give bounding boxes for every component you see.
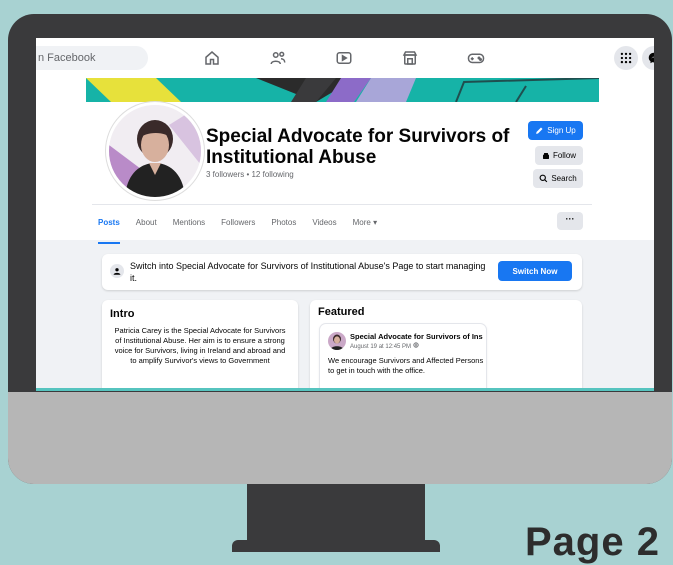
follow-icon <box>542 152 549 159</box>
monitor-stand-foot <box>232 540 440 552</box>
search-input[interactable]: n Facebook <box>36 46 148 70</box>
globe-icon <box>413 342 419 348</box>
tab-about[interactable]: About <box>136 214 157 238</box>
facebook-topbar: n Facebook <box>36 38 654 79</box>
follow-label: Follow <box>552 151 577 160</box>
switch-now-button[interactable]: Switch Now <box>498 261 572 281</box>
messenger-icon[interactable] <box>642 46 654 70</box>
more-options-button[interactable]: ··· <box>557 212 583 230</box>
pencil-icon <box>536 127 543 134</box>
tab-videos[interactable]: Videos <box>312 214 336 238</box>
sign-up-label: Sign Up <box>547 126 576 135</box>
header-divider <box>92 204 592 205</box>
screen: n Facebook Special Advocate for Survivor… <box>36 38 654 388</box>
menu-grid-icon[interactable] <box>614 46 638 70</box>
switch-page-banner: Switch into Special Advocate for Survivo… <box>102 254 582 290</box>
switch-profile-icon <box>110 264 124 278</box>
page-title: Special Advocate for Survivors of Instit… <box>206 126 510 168</box>
profile-avatar[interactable] <box>106 102 204 200</box>
tab-posts[interactable]: Posts <box>98 214 120 244</box>
screen-bottom-accent <box>36 388 654 391</box>
tab-mentions[interactable]: Mentions <box>173 214 205 238</box>
follow-button[interactable]: Follow <box>535 146 583 165</box>
page-search-button[interactable]: Search <box>533 169 583 188</box>
gaming-icon[interactable] <box>466 48 486 68</box>
sign-up-button[interactable]: Sign Up <box>528 121 583 140</box>
monitor-chin <box>8 392 672 484</box>
intro-title: Intro <box>110 308 135 320</box>
cover-photo <box>86 78 599 102</box>
search-label: Search <box>551 174 577 183</box>
intro-bio: Patricia Carey is the Special Advocate f… <box>114 326 286 365</box>
featured-title: Featured <box>318 306 365 318</box>
intro-card: Intro Patricia Carey is the Special Advo… <box>102 300 298 388</box>
marketplace-icon[interactable] <box>400 48 420 68</box>
page-label: Page 2 <box>525 520 660 564</box>
featured-post[interactable]: Special Advocate for Survivors of Ins Au… <box>320 324 486 388</box>
post-date: August 19 at 12:45 PM <box>350 344 412 350</box>
post-author-avatar[interactable] <box>328 332 346 350</box>
featured-card: Featured Special Advocate for Survivors … <box>310 300 582 388</box>
home-icon[interactable] <box>202 48 222 68</box>
switch-banner-text: Switch into Special Advocate for Survivo… <box>130 261 486 283</box>
tab-more[interactable]: More ▾ <box>353 214 377 238</box>
search-icon <box>539 174 548 183</box>
post-timestamp[interactable]: August 19 at 12:45 PM <box>350 342 419 350</box>
friends-icon[interactable] <box>268 48 288 68</box>
tab-photos[interactable]: Photos <box>271 214 296 238</box>
monitor-stand <box>247 484 425 548</box>
profile-tabs: Posts About Mentions Followers Photos Vi… <box>98 214 393 244</box>
watch-icon[interactable] <box>334 48 354 68</box>
tab-followers[interactable]: Followers <box>221 214 255 238</box>
follower-count[interactable]: 3 followers • 12 following <box>206 170 294 179</box>
post-author-name[interactable]: Special Advocate for Survivors of Ins <box>350 332 486 341</box>
post-text: We encourage Survivors and Affected Pers… <box>328 356 484 375</box>
